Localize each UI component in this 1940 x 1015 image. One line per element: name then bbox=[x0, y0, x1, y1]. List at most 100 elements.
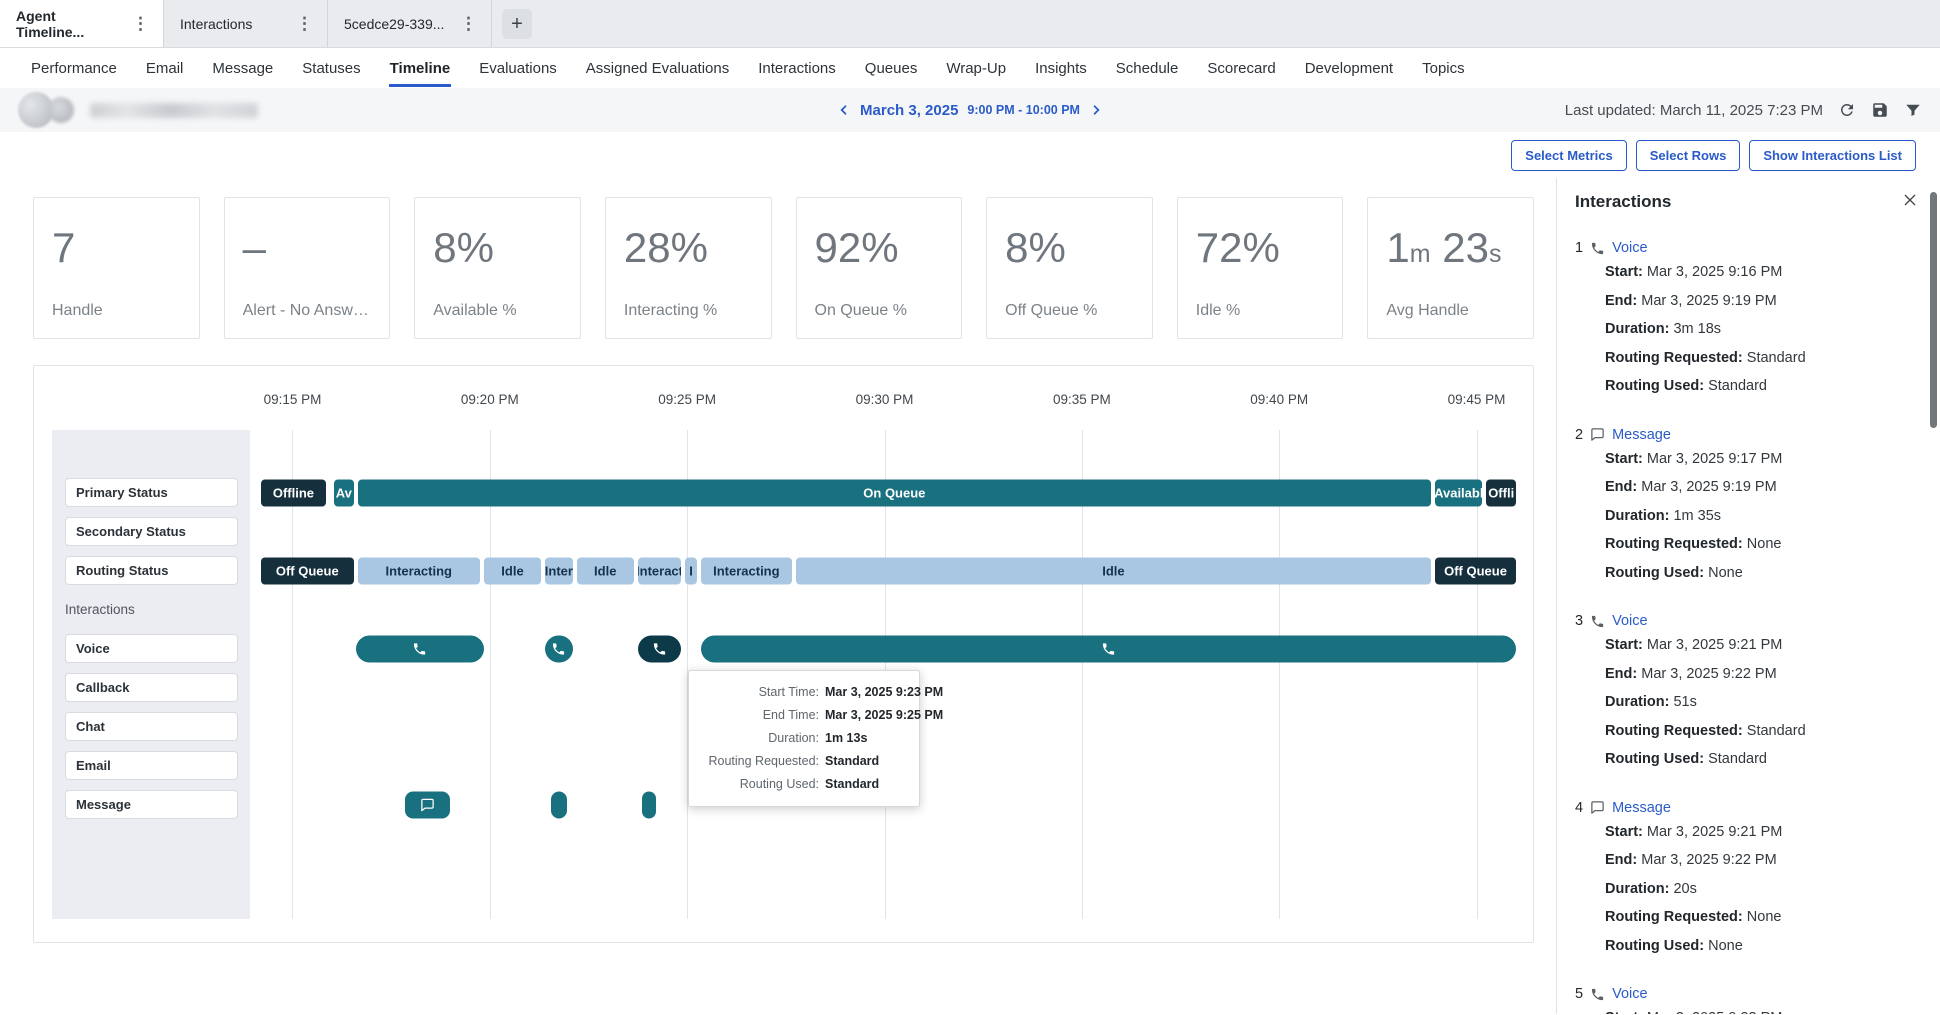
tooltip-label: Duration: bbox=[701, 727, 819, 750]
phone-icon bbox=[1590, 241, 1605, 256]
nav-tab-schedule[interactable]: Schedule bbox=[1115, 50, 1180, 87]
interaction-detail: Duration: 20s bbox=[1605, 875, 1940, 904]
nav-tab-evaluations[interactable]: Evaluations bbox=[478, 50, 558, 87]
timeline-bar[interactable]: Inter bbox=[545, 557, 573, 584]
metric-card-off-queue: 8% Off Queue % bbox=[986, 197, 1153, 339]
metric-card-available: 8% Available % bbox=[414, 197, 581, 339]
interactions-panel: Interactions 1 Voice Start: Mar 3, 2025 … bbox=[1556, 178, 1940, 1014]
chevron-left-icon[interactable] bbox=[837, 103, 851, 117]
tooltip-value: Mar 3, 2025 9:25 PM bbox=[825, 704, 943, 727]
timeline-row-chat[interactable]: Chat bbox=[65, 712, 238, 741]
tooltip-label: Routing Requested: bbox=[701, 750, 819, 773]
nav-tab-wrap-up[interactable]: Wrap-Up bbox=[945, 50, 1007, 87]
nav-tab-email[interactable]: Email bbox=[145, 50, 185, 87]
timeline-row-routing-status[interactable]: Routing Status bbox=[65, 556, 238, 585]
metric-label: On Queue % bbox=[815, 302, 944, 324]
timeline-bar[interactable]: Interacting bbox=[701, 557, 792, 584]
save-icon[interactable] bbox=[1871, 101, 1889, 119]
timeline-bar[interactable]: Interacting bbox=[358, 557, 480, 584]
axis-tick-label: 09:40 PM bbox=[1250, 392, 1308, 407]
metric-card-idle: 72% Idle % bbox=[1177, 197, 1344, 339]
timeline-bar[interactable]: Off Queue bbox=[1435, 557, 1516, 584]
timeline-bar[interactable]: Offli bbox=[1486, 479, 1516, 506]
nav-tab-development[interactable]: Development bbox=[1304, 50, 1394, 87]
filter-icon[interactable] bbox=[1904, 101, 1922, 119]
phone-icon bbox=[1101, 641, 1116, 656]
kebab-menu-icon[interactable]: ⋮ bbox=[290, 14, 319, 34]
nav-tab-timeline[interactable]: Timeline bbox=[389, 50, 452, 87]
refresh-icon[interactable] bbox=[1838, 101, 1856, 119]
timeline-bar[interactable]: Idle bbox=[577, 557, 634, 584]
timeline-bar[interactable] bbox=[545, 635, 573, 662]
nav-tab-message[interactable]: Message bbox=[211, 50, 274, 87]
timeline-bar[interactable]: Availabl bbox=[1435, 479, 1482, 506]
interaction-index: 3 bbox=[1575, 611, 1583, 631]
chevron-right-icon[interactable] bbox=[1089, 103, 1103, 117]
tooltip-value: Mar 3, 2025 9:23 PM bbox=[825, 681, 943, 704]
interaction-type-link[interactable]: Voice bbox=[1612, 984, 1647, 1004]
metric-value: 8% bbox=[1005, 224, 1134, 272]
timeline-row-secondary-status[interactable]: Secondary Status bbox=[65, 517, 238, 546]
nav-tab-statuses[interactable]: Statuses bbox=[301, 50, 361, 87]
timeline-bar[interactable] bbox=[642, 791, 656, 818]
interaction-detail: Routing Used: None bbox=[1605, 932, 1940, 961]
interaction-detail: End: Mar 3, 2025 9:22 PM bbox=[1605, 660, 1940, 689]
new-tab-button[interactable]: + bbox=[502, 9, 532, 39]
kebab-menu-icon[interactable]: ⋮ bbox=[454, 14, 483, 34]
timeline-bar[interactable]: Interact bbox=[638, 557, 681, 584]
timeline-bar[interactable] bbox=[405, 791, 450, 818]
toolbar: March 3, 2025 9:00 PM - 10:00 PM Last up… bbox=[0, 88, 1940, 132]
interaction-type-link[interactable]: Voice bbox=[1612, 238, 1647, 258]
primary-nav: Performance Email Message Statuses Timeline E… bbox=[0, 48, 1940, 88]
interaction-index: 5 bbox=[1575, 984, 1583, 1004]
timeline-bar[interactable]: Offline bbox=[261, 479, 326, 506]
timeline-row-voice[interactable]: Voice bbox=[65, 634, 238, 663]
kebab-menu-icon[interactable]: ⋮ bbox=[126, 14, 155, 34]
timeline-row-message[interactable]: Message bbox=[65, 790, 238, 819]
metric-label: Avg Handle bbox=[1386, 302, 1515, 324]
metric-card-interacting: 28% Interacting % bbox=[605, 197, 772, 339]
timeline-bar[interactable]: Idle bbox=[796, 557, 1431, 584]
select-rows-button[interactable]: Select Rows bbox=[1636, 140, 1741, 171]
nav-tab-interactions[interactable]: Interactions bbox=[757, 50, 837, 87]
axis-tick-label: 09:20 PM bbox=[461, 392, 519, 407]
axis-tick-label: 09:35 PM bbox=[1053, 392, 1111, 407]
interaction-type-link[interactable]: Message bbox=[1612, 798, 1671, 818]
timeline-bar[interactable] bbox=[551, 791, 567, 818]
timeline-bar[interactable]: On Queue bbox=[358, 479, 1432, 506]
timeline-bar[interactable]: Av bbox=[334, 479, 354, 506]
scrollbar-thumb[interactable] bbox=[1930, 192, 1937, 428]
select-metrics-button[interactable]: Select Metrics bbox=[1511, 140, 1626, 171]
nav-tab-insights[interactable]: Insights bbox=[1034, 50, 1088, 87]
close-icon[interactable] bbox=[1902, 192, 1918, 208]
timeline-row-primary-status[interactable]: Primary Status bbox=[65, 478, 238, 507]
show-interactions-list-button[interactable]: Show Interactions List bbox=[1749, 140, 1916, 171]
window-tab-agent-timeline[interactable]: Agent Timeline... ⋮ bbox=[0, 0, 164, 47]
nav-tab-scorecard[interactable]: Scorecard bbox=[1206, 50, 1276, 87]
interaction-detail: Start: Mar 3, 2025 9:17 PM bbox=[1605, 445, 1940, 474]
nav-tab-assigned-evaluations[interactable]: Assigned Evaluations bbox=[585, 50, 730, 87]
interaction-type-link[interactable]: Message bbox=[1612, 425, 1671, 445]
metric-label: Handle bbox=[52, 302, 181, 324]
timeline-bar[interactable]: Idle bbox=[484, 557, 541, 584]
interaction-detail: Routing Used: Standard bbox=[1605, 372, 1940, 401]
timeline-row-email[interactable]: Email bbox=[65, 751, 238, 780]
window-tab-5cedce29-339[interactable]: 5cedce29-339... ⋮ bbox=[328, 0, 492, 47]
timeline-bar[interactable]: Off Queue bbox=[261, 557, 354, 584]
metric-label: Available % bbox=[433, 302, 562, 324]
axis-tick-label: 09:45 PM bbox=[1448, 392, 1506, 407]
timeline-row-callback[interactable]: Callback bbox=[65, 673, 238, 702]
timeline-bar[interactable]: I bbox=[685, 557, 697, 584]
nav-tab-performance[interactable]: Performance bbox=[30, 50, 118, 87]
phone-icon bbox=[652, 641, 667, 656]
interaction-type-link[interactable]: Voice bbox=[1612, 611, 1647, 631]
window-tab-interactions[interactable]: Interactions ⋮ bbox=[164, 0, 328, 47]
interaction-detail: Routing Requested: None bbox=[1605, 903, 1940, 932]
timeline-bar[interactable] bbox=[701, 635, 1516, 662]
timeline-row: Voice bbox=[34, 629, 1516, 668]
timeline-bar[interactable] bbox=[356, 635, 484, 662]
nav-tab-queues[interactable]: Queues bbox=[864, 50, 919, 87]
timeline-bar[interactable] bbox=[638, 635, 681, 662]
nav-tab-topics[interactable]: Topics bbox=[1421, 50, 1466, 87]
metric-value: 72% bbox=[1196, 224, 1325, 272]
